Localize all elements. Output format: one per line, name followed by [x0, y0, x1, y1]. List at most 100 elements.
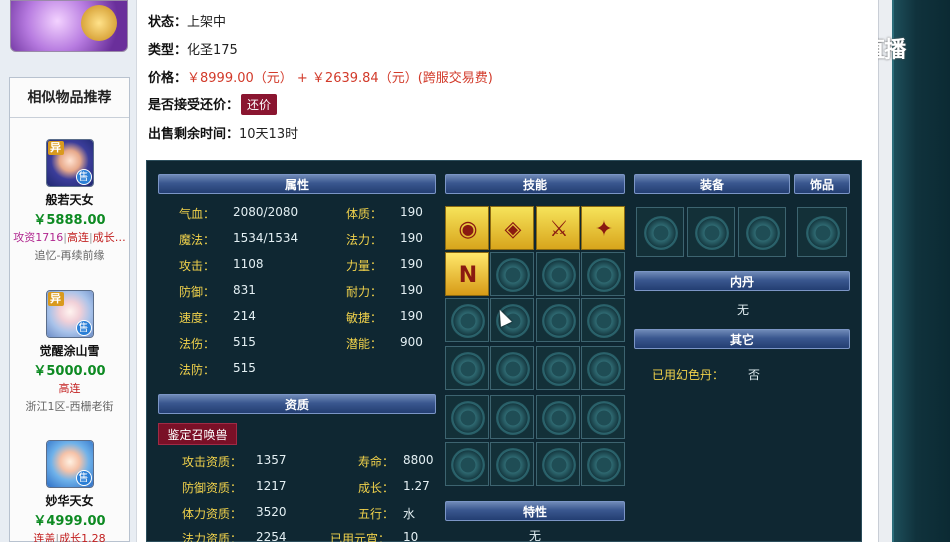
- empty-skill-slot[interactable]: [490, 298, 534, 342]
- traits-header: 特性: [445, 501, 625, 521]
- empty-skill-slot[interactable]: [445, 395, 489, 439]
- empty-skill-slot[interactable]: [581, 298, 625, 342]
- similar-item-name[interactable]: 妙华天女: [10, 492, 129, 509]
- attr-value: 900: [400, 335, 423, 349]
- blade-skill-icon: ✦: [594, 216, 614, 242]
- empty-skill-slot[interactable]: [536, 395, 580, 439]
- attr-key: 法防：: [179, 363, 216, 377]
- empty-skill-slot[interactable]: [490, 442, 534, 486]
- attr-value: 515: [233, 361, 256, 375]
- empty-slot-emblem-icon: [644, 216, 678, 250]
- page-scroll-edge: [878, 0, 892, 542]
- attr-key: 法伤：: [179, 337, 216, 351]
- similar-item-avatar[interactable]: 异 售: [45, 290, 94, 338]
- equipment-slot[interactable]: [636, 207, 684, 257]
- pet-avatar: [10, 0, 128, 52]
- empty-slot-emblem-icon: [496, 401, 530, 435]
- skill-slot[interactable]: ⚔: [536, 206, 580, 250]
- attr-value: 2080/2080: [233, 205, 299, 219]
- attributes-header: 属性: [158, 174, 436, 194]
- tag: 攻资1716: [13, 231, 64, 244]
- aptitude-value: 1217: [256, 479, 287, 493]
- empty-skill-slot[interactable]: [581, 252, 625, 296]
- empty-slot-emblem-icon: [542, 448, 576, 482]
- empty-slot-emblem-icon: [542, 352, 576, 386]
- empty-slot-emblem-icon: [451, 304, 485, 338]
- empty-slot-emblem-icon: [587, 352, 621, 386]
- type-value: 化圣175: [187, 43, 238, 58]
- pet-detail-panel: 属性 技能 装备 饰品 内丹 其它 资质 特性 气血： 2080/2080 体质…: [146, 160, 862, 542]
- accessory-slot[interactable]: [797, 207, 847, 257]
- skill-slot[interactable]: ◈: [490, 206, 534, 250]
- rare-badge-icon: 异: [47, 292, 64, 306]
- similar-item-tags: 连盖|成长1.28: [10, 530, 129, 542]
- empty-slot-emblem-icon: [496, 448, 530, 482]
- similar-item-tags: 高连: [10, 380, 129, 396]
- similar-item[interactable]: 异 售 觉醒涂山雪 ￥5000.00 高连 浙江1区-西栅老街: [10, 290, 129, 414]
- empty-skill-slot[interactable]: [581, 395, 625, 439]
- skill-slot[interactable]: ◉: [445, 206, 489, 250]
- aptitude-header: 资质: [158, 394, 436, 414]
- similar-item-name[interactable]: 般若天女: [10, 191, 129, 208]
- for-sale-badge-icon: 售: [75, 320, 92, 336]
- empty-skill-slot[interactable]: [536, 442, 580, 486]
- equipment-slot[interactable]: [687, 207, 735, 257]
- empty-slot-emblem-icon: [451, 352, 485, 386]
- tag: 成长1.28: [59, 532, 106, 542]
- attr-value: 190: [400, 231, 423, 245]
- tag: 高连: [67, 231, 89, 244]
- similar-item-avatar[interactable]: 售: [45, 440, 94, 488]
- empty-slot-emblem-icon: [542, 401, 576, 435]
- aptitude-key: 防御资质：: [182, 481, 243, 495]
- empty-skill-slot[interactable]: [581, 442, 625, 486]
- identify-pet-button[interactable]: 鉴定召唤兽: [158, 423, 237, 445]
- empty-skill-slot[interactable]: [536, 298, 580, 342]
- aptitude-key: 成长：: [358, 481, 395, 495]
- empty-skill-slot[interactable]: [536, 252, 580, 296]
- for-sale-badge-icon: 售: [75, 169, 92, 185]
- similar-item-tags: 攻资1716|高连|成长…: [13, 231, 126, 244]
- price-label: 价格：: [148, 71, 188, 86]
- remaining-value: 10天13时: [239, 127, 299, 142]
- empty-skill-slot[interactable]: [445, 346, 489, 390]
- similar-items-title: 相似物品推荐: [10, 78, 129, 118]
- other-value: 否: [748, 368, 761, 382]
- aptitude-key: 五行：: [358, 507, 395, 521]
- similar-item[interactable]: 异 售 般若天女 ￥5888.00 攻资1716|高连|成长… 追忆-再续前缘: [10, 139, 129, 263]
- neidan-value: 无: [737, 303, 750, 317]
- empty-skill-slot[interactable]: [581, 346, 625, 390]
- empty-skill-slot[interactable]: [490, 346, 534, 390]
- aptitude-value: 10: [403, 530, 419, 542]
- similar-item-price: ￥5888.00: [33, 213, 106, 228]
- similar-item-avatar[interactable]: 异 售: [45, 139, 94, 187]
- attr-value: 1534/1534: [233, 231, 299, 245]
- empty-skill-slot[interactable]: [490, 252, 534, 296]
- skill-slot[interactable]: N: [445, 252, 489, 296]
- status-value: 上架中: [187, 15, 227, 30]
- tag: 高连: [58, 382, 81, 395]
- traits-value: 无: [529, 529, 542, 542]
- attr-value: 214: [233, 309, 256, 323]
- similar-item-name[interactable]: 觉醒涂山雪: [10, 342, 129, 359]
- counter-offer-button[interactable]: 还价: [241, 94, 278, 115]
- empty-skill-slot[interactable]: [536, 346, 580, 390]
- empty-skill-slot[interactable]: [490, 395, 534, 439]
- empty-slot-emblem-icon: [451, 401, 485, 435]
- skills-header: 技能: [445, 174, 625, 194]
- skill-slot[interactable]: ✦: [581, 206, 625, 250]
- equipment-slot[interactable]: [738, 207, 786, 257]
- right-background: [892, 0, 950, 542]
- attr-value: 831: [233, 283, 256, 297]
- similar-item-price: ￥5000.00: [33, 364, 106, 379]
- empty-skill-slot[interactable]: [445, 442, 489, 486]
- bargain-row: 是否接受还价： 还价: [148, 94, 278, 115]
- remaining-row: 出售剩余时间：10天13时: [148, 123, 298, 142]
- attr-key: 潜能：: [346, 337, 383, 351]
- attr-key: 速度：: [179, 311, 216, 325]
- attr-key: 法力：: [346, 233, 383, 247]
- empty-skill-slot[interactable]: [445, 298, 489, 342]
- other-header: 其它: [634, 329, 850, 349]
- attr-value: 190: [400, 205, 423, 219]
- similar-item[interactable]: 售 妙华天女 ￥4999.00 连盖|成长1.28: [10, 440, 129, 542]
- accessory-header: 饰品: [794, 174, 850, 194]
